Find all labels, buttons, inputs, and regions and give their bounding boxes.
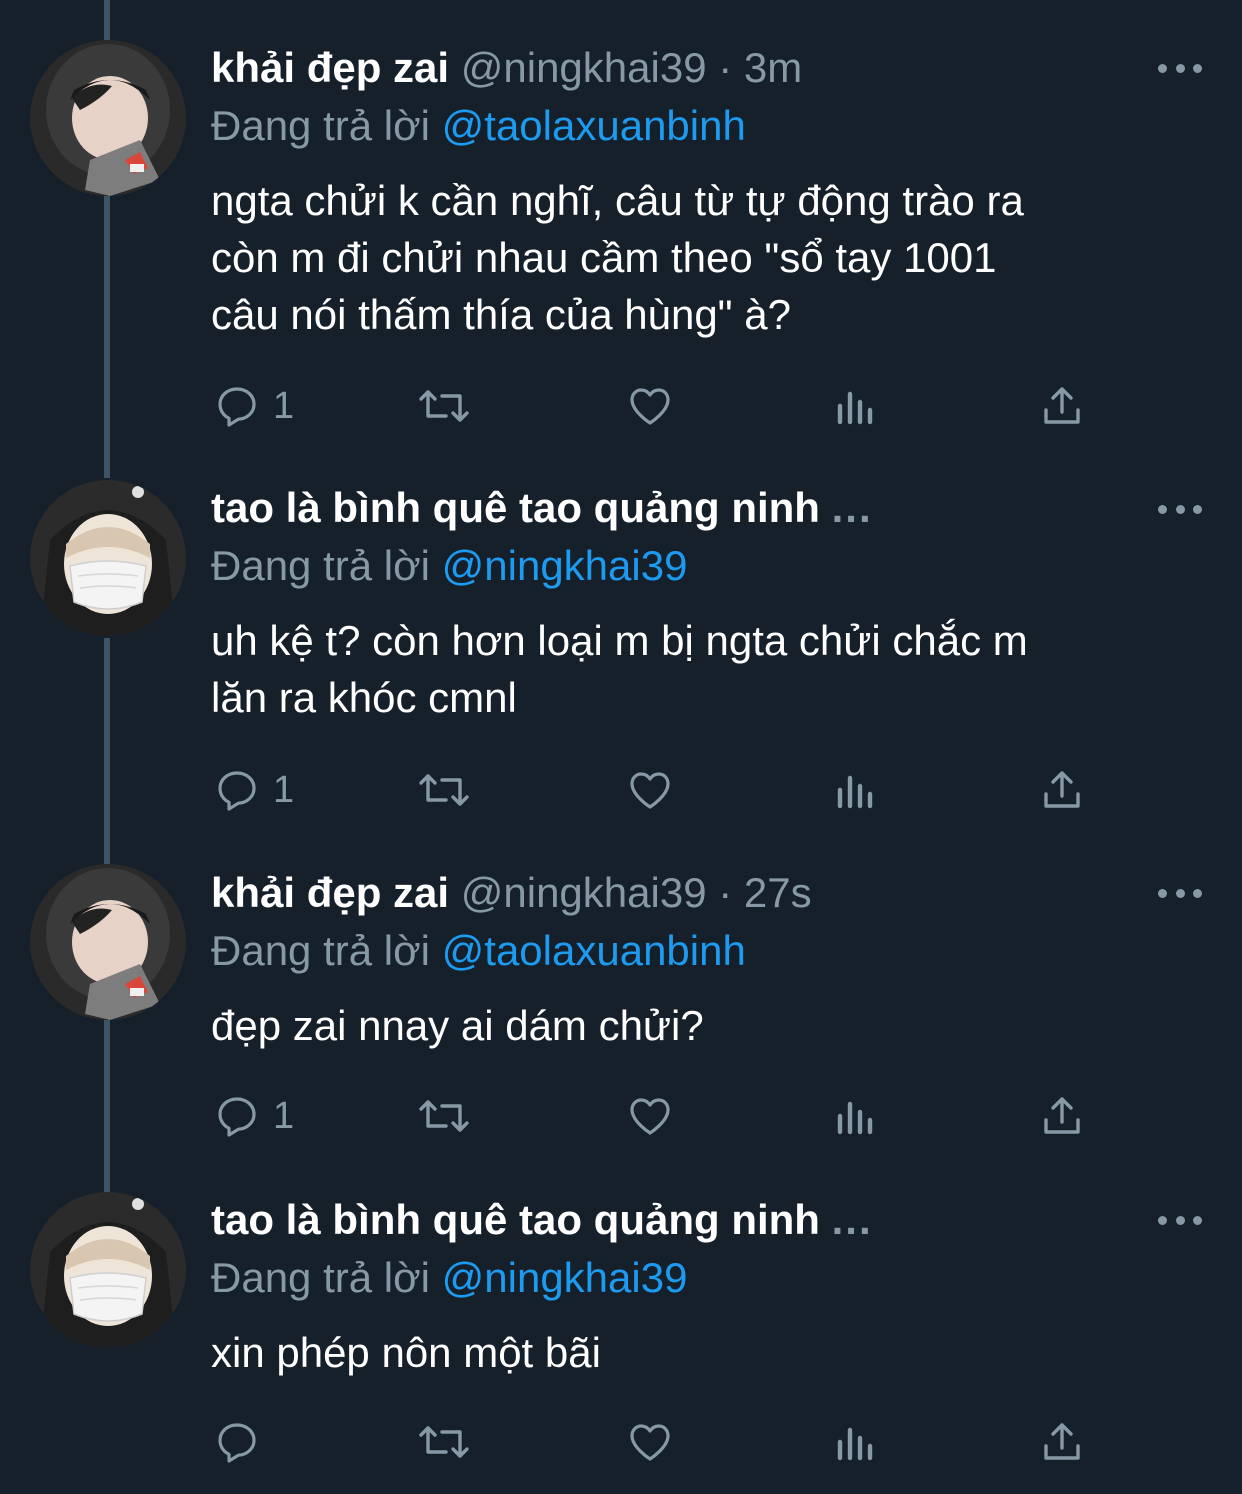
more-options-icon[interactable] bbox=[1158, 1210, 1202, 1230]
analytics-button[interactable] bbox=[834, 1414, 878, 1470]
tweet-2[interactable]: tao là bình quê tao quảng ninh ... Đang … bbox=[0, 460, 1242, 844]
more-options-icon[interactable] bbox=[1158, 883, 1202, 903]
analytics-icon bbox=[837, 1427, 873, 1461]
analytics-button[interactable] bbox=[834, 1088, 878, 1144]
name-truncation: ... bbox=[831, 1196, 873, 1243]
avatar-hooded-boy-icon bbox=[30, 40, 186, 196]
action-bar: 1 bbox=[0, 1088, 1242, 1144]
handle[interactable]: @ningkhai39 bbox=[461, 869, 707, 916]
tweet-3[interactable]: khải đẹp zai @ningkhai39 · 27s Đang trả … bbox=[0, 844, 1242, 1174]
timestamp[interactable]: 27s bbox=[744, 869, 812, 916]
analytics-icon bbox=[837, 391, 873, 425]
reply-button[interactable]: 1 bbox=[213, 762, 294, 818]
replying-label: Đang trả lời bbox=[211, 1254, 430, 1301]
action-bar: 1 bbox=[0, 762, 1242, 818]
name-truncation: ... bbox=[831, 484, 873, 531]
action-bar bbox=[0, 1414, 1242, 1470]
replying-label: Đang trả lời bbox=[211, 927, 430, 974]
retweet-button[interactable] bbox=[416, 1088, 472, 1144]
tweet-text: ngta chửi k cần nghĩ, câu từ tự động trà… bbox=[211, 177, 1024, 338]
mention-link[interactable]: @ningkhai39 bbox=[442, 542, 688, 589]
share-icon bbox=[1044, 1423, 1080, 1460]
like-button[interactable] bbox=[626, 378, 674, 434]
replying-to: Đang trả lời @ningkhai39 bbox=[211, 538, 687, 594]
tweet-header: khải đẹp zai @ningkhai39 · 3m bbox=[211, 40, 1162, 96]
replying-to: Đang trả lời @taolaxuanbinh bbox=[211, 923, 746, 979]
display-name[interactable]: tao là bình quê tao quảng ninh bbox=[211, 1196, 820, 1243]
mention-link[interactable]: @ningkhai39 bbox=[442, 1254, 688, 1301]
heart-icon bbox=[630, 388, 670, 425]
reply-count: 1 bbox=[273, 384, 295, 427]
display-name[interactable]: khải đẹp zai bbox=[211, 44, 449, 91]
tweet-4[interactable]: tao là bình quê tao quảng ninh ... Đang … bbox=[0, 1174, 1242, 1494]
reply-button[interactable] bbox=[213, 1414, 273, 1470]
like-button[interactable] bbox=[626, 1088, 674, 1144]
share-icon bbox=[1044, 387, 1080, 424]
replying-label: Đang trả lời bbox=[211, 542, 430, 589]
separator-dot: · bbox=[718, 44, 733, 91]
more-options-icon[interactable] bbox=[1158, 58, 1202, 78]
reply-icon bbox=[218, 1423, 256, 1463]
avatar-masked-boy-icon bbox=[30, 480, 186, 636]
action-bar: 1 bbox=[0, 378, 1242, 434]
reply-count: 1 bbox=[273, 1094, 295, 1137]
heart-icon bbox=[630, 772, 670, 809]
avatar[interactable] bbox=[30, 480, 186, 636]
analytics-button[interactable] bbox=[834, 378, 878, 434]
handle[interactable]: @ningkhai39 bbox=[461, 44, 707, 91]
tweet-text: uh kệ t? còn hơn loại m bị ngta chửi chắ… bbox=[211, 617, 1028, 721]
tweet-header: tao là bình quê tao quảng ninh ... bbox=[211, 480, 1162, 536]
analytics-icon bbox=[837, 1101, 873, 1135]
share-icon bbox=[1044, 1097, 1080, 1134]
retweet-button[interactable] bbox=[416, 762, 472, 818]
mention-link[interactable]: @taolaxuanbinh bbox=[442, 102, 746, 149]
reply-button[interactable]: 1 bbox=[213, 1088, 294, 1144]
heart-icon bbox=[630, 1098, 670, 1135]
analytics-icon bbox=[837, 775, 873, 809]
mention-link[interactable]: @taolaxuanbinh bbox=[442, 927, 746, 974]
tweet-text: đẹp zai nnay ai dám chửi? bbox=[211, 1002, 704, 1049]
retweet-button[interactable] bbox=[416, 1414, 472, 1470]
tweet-1[interactable]: khải đẹp zai @ningkhai39 · 3m Đang trả l… bbox=[0, 0, 1242, 460]
retweet-button[interactable] bbox=[416, 378, 472, 434]
replying-label: Đang trả lời bbox=[211, 102, 430, 149]
replying-to: Đang trả lời @ningkhai39 bbox=[211, 1250, 687, 1306]
avatar[interactable] bbox=[30, 40, 186, 196]
display-name[interactable]: khải đẹp zai bbox=[211, 869, 449, 916]
retweet-icon bbox=[419, 774, 469, 806]
separator-dot: · bbox=[718, 869, 733, 916]
like-button[interactable] bbox=[626, 1414, 674, 1470]
share-button[interactable] bbox=[1038, 762, 1086, 818]
share-button[interactable] bbox=[1038, 378, 1086, 434]
reply-count: 1 bbox=[273, 768, 295, 811]
like-button[interactable] bbox=[626, 762, 674, 818]
heart-icon bbox=[630, 1424, 670, 1461]
retweet-icon bbox=[419, 1100, 469, 1132]
replying-to: Đang trả lời @taolaxuanbinh bbox=[211, 98, 746, 154]
analytics-button[interactable] bbox=[834, 762, 878, 818]
share-button[interactable] bbox=[1038, 1088, 1086, 1144]
tweet-header: tao là bình quê tao quảng ninh ... bbox=[211, 1192, 1162, 1248]
avatar[interactable] bbox=[30, 1192, 186, 1348]
tweet-text: xin phép nôn một bãi bbox=[211, 1329, 601, 1376]
avatar[interactable] bbox=[30, 864, 186, 1020]
retweet-icon bbox=[419, 1426, 469, 1458]
reply-icon bbox=[218, 771, 256, 811]
share-icon bbox=[1044, 771, 1080, 808]
retweet-icon bbox=[419, 390, 469, 422]
reply-icon bbox=[218, 1097, 256, 1137]
more-options-icon[interactable] bbox=[1158, 499, 1202, 519]
share-button[interactable] bbox=[1038, 1414, 1086, 1470]
avatar-hooded-boy-icon bbox=[30, 864, 186, 1020]
reply-icon bbox=[218, 387, 256, 427]
reply-button[interactable]: 1 bbox=[213, 378, 294, 434]
timestamp[interactable]: 3m bbox=[744, 44, 802, 91]
tweet-header: khải đẹp zai @ningkhai39 · 27s bbox=[211, 865, 1162, 921]
display-name[interactable]: tao là bình quê tao quảng ninh bbox=[211, 484, 820, 531]
avatar-masked-boy-icon bbox=[30, 1192, 186, 1348]
